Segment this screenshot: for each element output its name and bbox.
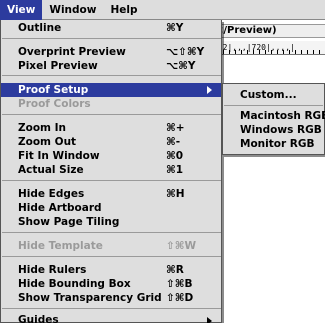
menu-item-proof-setup[interactable]: Proof Setup [1, 83, 221, 97]
menu-item-label: Proof Setup [18, 84, 89, 96]
submenu-arrow-icon [207, 317, 212, 323]
menu-separator [2, 308, 221, 309]
document-title-bar[interactable]: </Preview) [211, 24, 325, 38]
submenu-item-label: Macintosh RGB [240, 110, 325, 122]
submenu-item-label: Windows RGB [240, 124, 322, 136]
menu-item-label: Hide Template [18, 240, 103, 252]
submenu-item-label: Custom... [240, 89, 297, 101]
menu-item-shortcut: ⌥⌘Y [166, 60, 196, 72]
menu-item-overprint-preview[interactable]: Overprint Preview ⌥⇧⌘Y [1, 46, 221, 58]
menu-item-label: Actual Size [18, 164, 84, 176]
menu-item-shortcut: ⇧⌘W [166, 240, 197, 252]
proof-setup-submenu: Custom... Macintosh RGB Windows RGB Moni… [222, 83, 325, 155]
submenu-item-windows-rgb[interactable]: Windows RGB [223, 124, 323, 136]
menu-separator [2, 38, 221, 39]
menu-item-shortcut: ⌘0 [166, 150, 184, 162]
submenu-arrow-icon [207, 86, 212, 94]
menu-separator [2, 180, 221, 181]
menu-separator [2, 75, 221, 76]
menu-item-label: Zoom In [18, 122, 67, 134]
menu-item-shortcut: ⌘R [166, 264, 184, 276]
menu-item-label: Guides [18, 314, 59, 323]
menu-item-outline[interactable]: Outline ⌘Y [1, 22, 221, 34]
menu-separator [2, 232, 221, 233]
menubar-help[interactable]: Help [103, 0, 144, 20]
menu-item-label: Show Transparency Grid [18, 292, 162, 304]
menu-item-label: Hide Edges [18, 188, 85, 200]
submenu-item-macintosh-rgb[interactable]: Macintosh RGB [223, 110, 325, 122]
menu-item-label: Overprint Preview [18, 46, 126, 58]
submenu-item-monitor-rgb[interactable]: Monitor RGB [223, 138, 323, 150]
view-menu: Outline ⌘Y Overprint Preview ⌥⇧⌘Y Pixel … [0, 20, 222, 323]
menu-item-hide-rulers[interactable]: Hide Rulers ⌘R [1, 264, 221, 276]
menubar-view[interactable]: View [0, 0, 43, 20]
menubar-window[interactable]: Window [42, 0, 103, 20]
menu-bar: View Window Help [0, 0, 325, 20]
horizontal-ruler: |52|,,,|720|,,,,| [211, 41, 325, 55]
menu-item-label: Hide Bounding Box [18, 278, 131, 290]
menu-item-label: Hide Rulers [18, 264, 87, 276]
ruler-ticks [211, 50, 325, 54]
menu-item-actual-size[interactable]: Actual Size ⌘1 [1, 164, 221, 176]
menu-separator [224, 105, 323, 106]
menu-item-shortcut: ⌥⇧⌘Y [166, 46, 205, 58]
menu-item-shortcut: ⌘Y [166, 22, 184, 34]
submenu-item-custom[interactable]: Custom... [223, 89, 323, 101]
menu-item-shortcut: ⇧⌘B [166, 278, 193, 290]
menu-item-hide-template: Hide Template ⇧⌘W [1, 240, 221, 252]
menu-item-show-page-tiling[interactable]: Show Page Tiling [1, 216, 221, 228]
menu-item-guides[interactable]: Guides [1, 314, 221, 323]
menu-item-pixel-preview[interactable]: Pixel Preview ⌥⌘Y [1, 60, 221, 72]
menu-item-shortcut: ⌘+ [166, 122, 185, 134]
menu-item-hide-bounding-box[interactable]: Hide Bounding Box ⇧⌘B [1, 278, 221, 290]
menu-item-proof-colors: Proof Colors [1, 98, 221, 110]
menu-item-shortcut: ⌘H [166, 188, 185, 200]
menu-item-label: Hide Artboard [18, 202, 102, 214]
menu-item-label: Fit In Window [18, 150, 100, 162]
menu-item-hide-edges[interactable]: Hide Edges ⌘H [1, 188, 221, 200]
menu-separator [2, 114, 221, 115]
menu-item-label: Outline [18, 22, 62, 34]
menu-item-zoom-in[interactable]: Zoom In ⌘+ [1, 122, 221, 134]
menu-separator [2, 256, 221, 257]
submenu-item-label: Monitor RGB [240, 138, 315, 150]
menu-item-label: Show Page Tiling [18, 216, 120, 228]
menu-item-zoom-out[interactable]: Zoom Out ⌘- [1, 136, 221, 148]
menu-item-shortcut: ⇧⌘D [166, 292, 194, 304]
menu-item-shortcut: ⌘1 [166, 164, 184, 176]
menu-item-fit-in-window[interactable]: Fit In Window ⌘0 [1, 150, 221, 162]
menu-item-label: Proof Colors [18, 98, 91, 110]
menu-item-shortcut: ⌘- [166, 136, 181, 148]
document-window: </Preview) |52|,,,|720|,,,,| [210, 20, 325, 323]
menu-item-show-transparency-grid[interactable]: Show Transparency Grid ⇧⌘D [1, 292, 221, 304]
menu-item-label: Zoom Out [18, 136, 77, 148]
menu-item-label: Pixel Preview [18, 60, 98, 72]
menu-item-hide-artboard[interactable]: Hide Artboard [1, 202, 221, 214]
